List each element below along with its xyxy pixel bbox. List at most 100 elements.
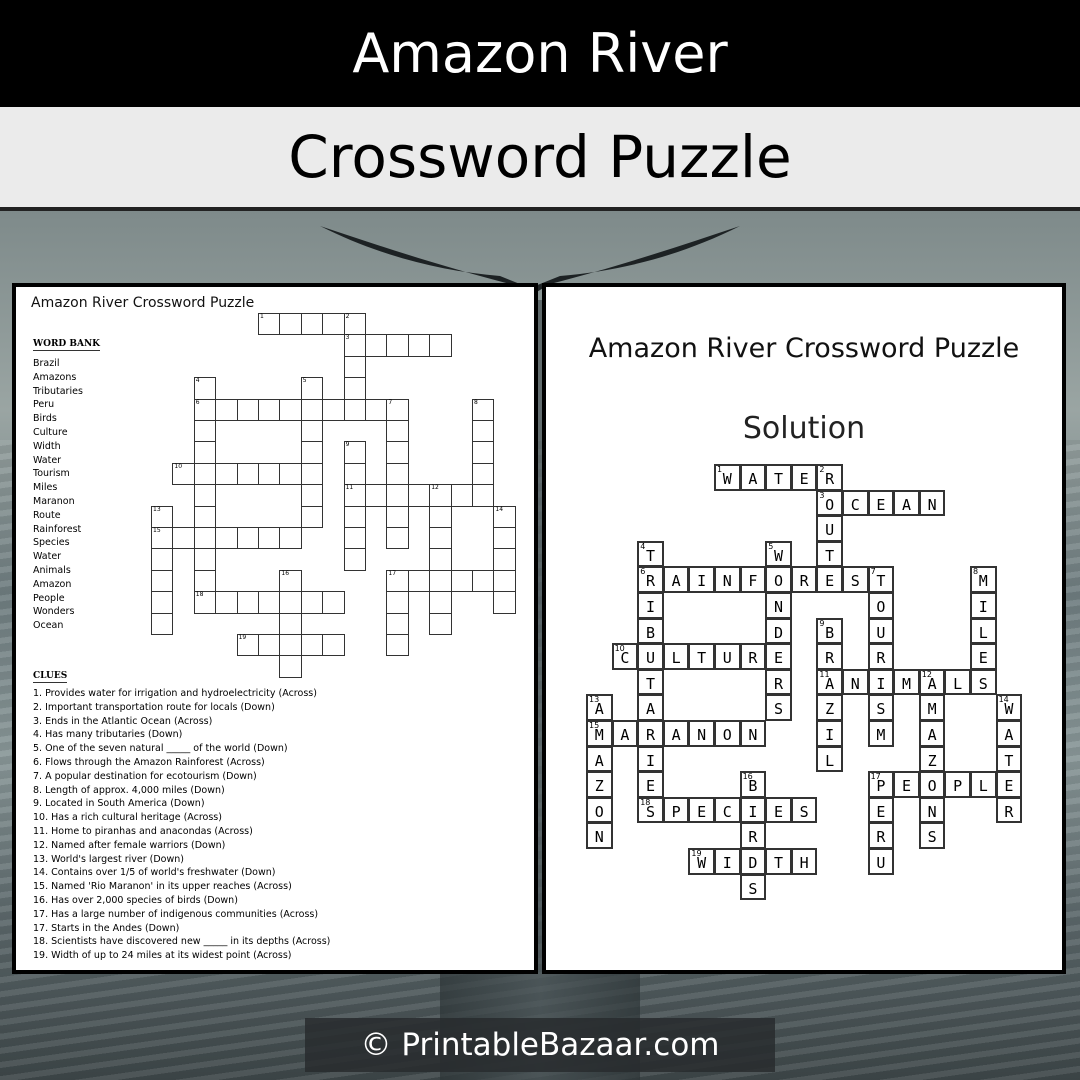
crossword-cell[interactable] [343,505,366,528]
crossword-cell[interactable] [300,484,324,507]
crossword-cell[interactable]: 4 [193,377,217,400]
crossword-cell[interactable] [279,612,302,635]
crossword-cell[interactable] [193,484,217,507]
crossword-cell[interactable] [236,527,259,550]
crossword-cell[interactable] [151,591,174,614]
crossword-cell[interactable] [343,462,366,486]
crossword-cell[interactable]: 2 [343,313,366,336]
crossword-cell[interactable] [386,484,409,507]
crossword-cell[interactable]: 15 [151,527,174,550]
crossword-cell[interactable] [322,591,345,614]
crossword-cell[interactable] [429,612,452,635]
crossword-cell[interactable] [429,527,452,550]
crossword-cell[interactable] [193,569,217,593]
crossword-cell[interactable] [236,591,259,614]
crossword-cell[interactable] [472,484,495,507]
crossword-cell[interactable]: 5 [300,377,324,400]
crossword-cell[interactable] [279,527,302,550]
crossword-cell[interactable] [236,462,259,486]
crossword-cell[interactable] [236,398,259,421]
crossword-cell[interactable] [151,569,174,593]
crossword-cell[interactable] [407,569,431,593]
crossword-cell[interactable]: 3 [343,334,366,357]
crossword-cell[interactable] [300,313,324,336]
crossword-cell[interactable] [407,484,431,507]
crossword-cell[interactable] [386,462,409,486]
crossword-cell[interactable] [258,398,281,421]
crossword-cell[interactable] [343,398,366,421]
crossword-cell[interactable] [365,398,388,421]
crossword-cell[interactable] [472,441,495,464]
crossword-cell[interactable]: 1 [258,313,281,336]
crossword-cell[interactable] [279,634,302,657]
crossword-cell[interactable] [472,462,495,486]
crossword-cell[interactable] [193,548,217,571]
crossword-cell[interactable] [279,313,302,336]
crossword-cell[interactable] [343,548,366,571]
crossword-cell[interactable]: 10 [172,462,195,486]
crossword-cell[interactable]: 17 [386,569,409,593]
crossword-cell[interactable] [386,505,409,528]
crossword-cell[interactable] [258,527,281,550]
crossword-cell[interactable] [322,634,345,657]
crossword-cell[interactable]: 7 [386,398,409,421]
crossword-cell[interactable] [300,441,324,464]
crossword-cell[interactable] [450,484,473,507]
crossword-cell[interactable] [365,484,388,507]
crossword-cell[interactable] [386,441,409,464]
crossword-cell[interactable] [193,505,217,528]
crossword-cell[interactable] [193,462,217,486]
crossword-cell[interactable] [386,334,409,357]
crossword-cell[interactable] [151,548,174,571]
crossword-cell[interactable] [172,527,195,550]
crossword-cell[interactable] [258,634,281,657]
crossword-cell[interactable] [386,591,409,614]
crossword-cell[interactable] [300,591,324,614]
crossword-cell[interactable] [322,398,345,421]
crossword-cell[interactable] [279,591,302,614]
crossword-cell[interactable] [322,313,345,336]
crossword-cell[interactable] [343,377,366,400]
crossword-cell[interactable] [193,527,217,550]
crossword-cell[interactable] [429,334,452,357]
crossword-cell[interactable] [215,591,238,614]
crossword-cell[interactable] [300,420,324,443]
crossword-cell[interactable] [193,420,217,443]
crossword-cell[interactable] [300,505,324,528]
crossword-cell[interactable] [300,398,324,421]
crossword-cell[interactable] [493,591,516,614]
crossword-cell[interactable] [493,548,516,571]
crossword-cell[interactable] [300,462,324,486]
crossword-cell[interactable]: 9 [343,441,366,464]
crossword-cell[interactable] [343,527,366,550]
crossword-cell[interactable] [300,634,324,657]
crossword-cell[interactable] [343,355,366,379]
crossword-cell[interactable] [365,334,388,357]
crossword-cell[interactable]: 12 [429,484,452,507]
crossword-cell[interactable] [450,569,473,593]
crossword-cell[interactable] [215,462,238,486]
crossword-cell[interactable]: 11 [343,484,366,507]
crossword-cell[interactable] [386,612,409,635]
crossword-cell[interactable] [493,527,516,550]
crossword-cell[interactable] [258,462,281,486]
crossword-cell[interactable] [386,420,409,443]
crossword-cell[interactable]: 16 [279,569,302,593]
crossword-cell[interactable] [472,420,495,443]
crossword-cell[interactable] [279,655,302,678]
crossword-cell[interactable]: 19 [236,634,259,657]
crossword-cell[interactable]: 14 [493,505,516,528]
crossword-cell[interactable] [493,569,516,593]
crossword-cell[interactable] [429,591,452,614]
crossword-cell[interactable] [472,569,495,593]
crossword-cell[interactable]: 6 [193,398,217,421]
crossword-cell[interactable]: 8 [472,398,495,421]
crossword-cell[interactable] [429,569,452,593]
crossword-cell[interactable] [193,441,217,464]
crossword-cell[interactable] [279,398,302,421]
crossword-cell[interactable]: 18 [193,591,217,614]
crossword-cell[interactable] [429,505,452,528]
crossword-cell[interactable] [429,548,452,571]
crossword-cell[interactable] [386,527,409,550]
crossword-cell[interactable] [279,462,302,486]
